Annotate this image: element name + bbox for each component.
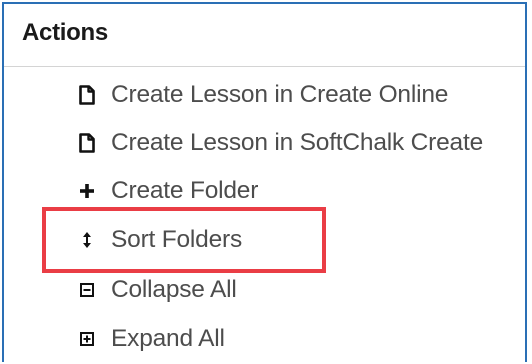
collapse-box-icon [76,278,98,302]
create-folder-action[interactable]: Create Folder [76,174,258,208]
action-label: Collapse All [111,276,237,303]
document-icon [76,131,98,155]
create-lesson-online-action[interactable]: Create Lesson in Create Online [76,78,448,112]
expand-all-action[interactable]: Expand All [76,322,225,356]
document-icon [76,83,98,107]
actions-panel: Actions Create Lesson in Create Online C… [2,2,527,362]
plus-icon [76,179,98,203]
create-lesson-softchalk-action[interactable]: Create Lesson in SoftChalk Create [76,126,483,160]
action-label: Expand All [111,325,225,352]
collapse-all-action[interactable]: Collapse All [76,273,237,307]
expand-box-icon [76,327,98,351]
panel-title: Actions [22,19,108,46]
action-label: Create Lesson in SoftChalk Create [111,129,483,156]
action-label: Create Folder [111,177,259,204]
highlight-box [42,207,326,273]
action-label: Create Lesson in Create Online [111,81,449,108]
panel-header: Actions [4,4,525,67]
